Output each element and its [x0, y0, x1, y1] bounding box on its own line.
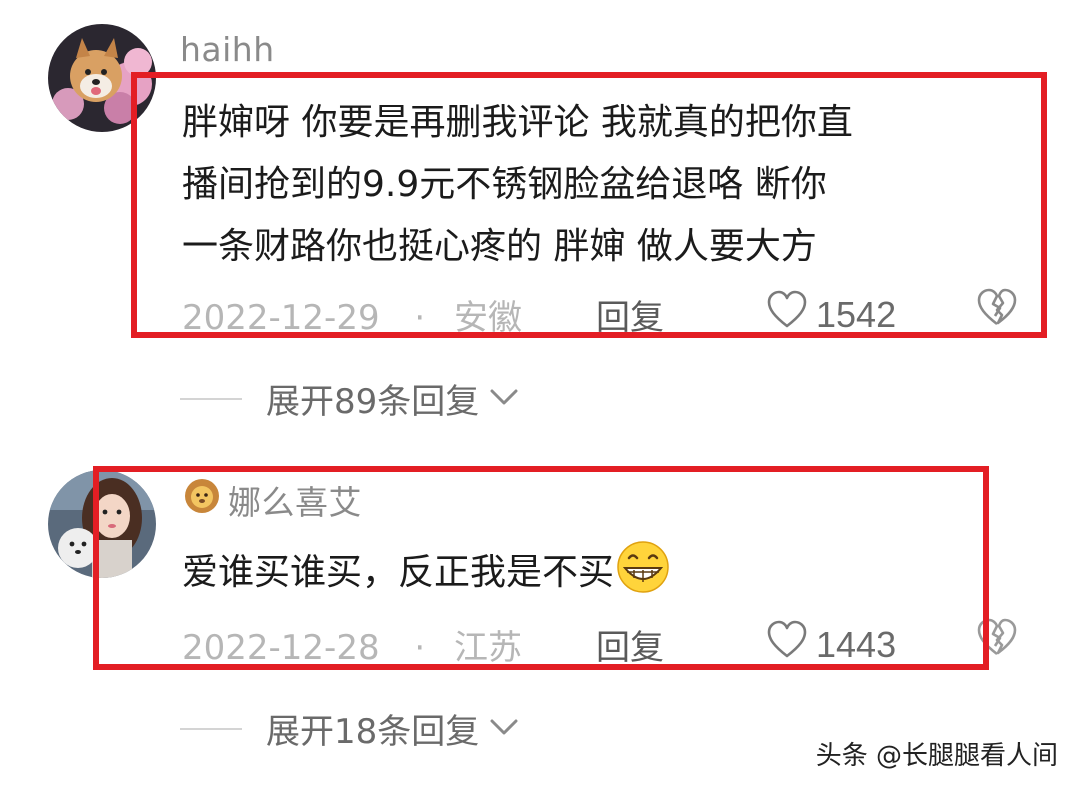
highlight-box [93, 466, 989, 670]
watermark: 头条 @长腿腿看人间 [815, 741, 1058, 771]
expand-replies-label: 展开89条回复 [266, 382, 480, 422]
expand-replies-button[interactable]: 展开18条回复 [180, 704, 519, 753]
highlight-box [131, 72, 1047, 338]
expand-replies-label: 展开18条回复 [266, 712, 480, 752]
divider-line [180, 727, 242, 730]
chevron-down-icon [489, 387, 519, 411]
chevron-down-icon [489, 717, 519, 741]
username[interactable]: haihh [180, 30, 275, 69]
divider-line [180, 397, 242, 400]
expand-replies-button[interactable]: 展开89条回复 [180, 374, 519, 423]
